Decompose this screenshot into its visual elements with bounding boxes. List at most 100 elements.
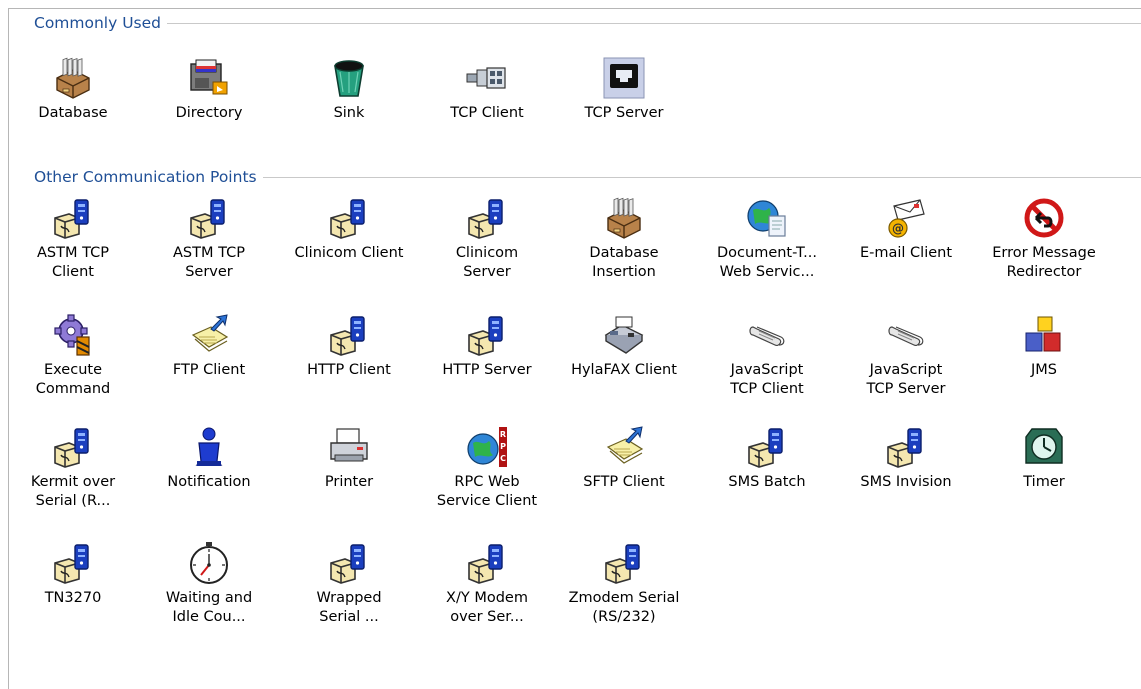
palette-item-sink[interactable]: Sink (281, 56, 417, 123)
palette-item-hylafax-client[interactable]: HylaFAX Client (556, 313, 692, 380)
palette-item-label: X/Y Modem over Ser... (446, 590, 528, 625)
palette-item-label: FTP Client (172, 362, 246, 378)
palette-item-label: TN3270 (44, 590, 102, 606)
comm-point-icon (884, 425, 928, 469)
comm-point-icon (465, 313, 509, 357)
palette-item-rpc-web-service-client[interactable]: R P C RPC Web Service Client (419, 425, 555, 511)
svg-text:C: C (500, 454, 506, 463)
palette-item-label: Database (38, 105, 108, 121)
palette-item-label: HTTP Client (307, 362, 391, 378)
scroll-icon (884, 313, 928, 357)
palette-item-waiting-and-idle-cou[interactable]: Waiting and Idle Cou... (141, 541, 277, 627)
comm-point-icon (465, 196, 509, 240)
palette-item-clinicom-client[interactable]: Clinicom Client (281, 196, 417, 263)
palette-item-kermit-over-serial-r[interactable]: Kermit over Serial (R... (5, 425, 141, 511)
palette-item-label: RPC Web Service Client (436, 474, 538, 509)
palette-item-database-insertion[interactable]: Database Insertion (556, 196, 692, 282)
file-transfer-icon (602, 425, 646, 469)
comm-point-icon (465, 541, 509, 585)
palette-item-label: Timer (1023, 474, 1065, 490)
palette-item-label: JavaScript TCP Server (866, 362, 946, 397)
palette-item-notification[interactable]: Notification (141, 425, 277, 492)
svg-text:@: @ (892, 222, 904, 236)
palette-item-label: JMS (1031, 362, 1057, 378)
palette-item-tcp-client[interactable]: TCP Client (419, 56, 555, 123)
palette-item-sms-batch[interactable]: SMS Batch (699, 425, 835, 492)
palette-item-directory[interactable]: Directory (141, 56, 277, 123)
palette-item-label: Clinicom Server (455, 245, 519, 280)
palette-item-label: Clinicom Client (294, 245, 404, 261)
fax-icon (602, 313, 646, 357)
palette-item-label: Execute Command (35, 362, 111, 397)
section-divider (167, 22, 1141, 24)
palette-item-clinicom-server[interactable]: Clinicom Server (419, 196, 555, 282)
database-icon (602, 196, 646, 240)
section-title: Commonly Used (34, 14, 162, 32)
comm-point-icon (327, 541, 371, 585)
comm-point-icon (51, 196, 95, 240)
comm-point-icon (602, 541, 646, 585)
file-transfer-icon (187, 313, 231, 357)
palette-item-tcp-server[interactable]: TCP Server (556, 56, 692, 123)
palette-item-javascript-tcp-client[interactable]: JavaScript TCP Client (699, 313, 835, 399)
palette-item-sftp-client[interactable]: SFTP Client (556, 425, 692, 492)
palette-item-tn3270[interactable]: TN3270 (5, 541, 141, 608)
sink-icon (327, 56, 371, 100)
globe-rpc-icon: R P C (465, 425, 509, 469)
palette-item-label: SFTP Client (583, 474, 665, 490)
palette-item-label: JavaScript TCP Client (730, 362, 804, 397)
printer-icon (327, 425, 371, 469)
palette-item-error-message-redirector[interactable]: Error Message Redirector (976, 196, 1112, 282)
user-icon (187, 425, 231, 469)
palette-item-jms[interactable]: JMS (976, 313, 1112, 380)
palette-item-label: Directory (175, 105, 243, 121)
palette-item-label: Printer (324, 474, 374, 490)
palette-item-label: HTTP Server (442, 362, 532, 378)
svg-text:P: P (500, 442, 506, 451)
tcp-server-icon (602, 56, 646, 100)
gear-icon (51, 313, 95, 357)
palette-item-document-t-web-servic[interactable]: Document-T... Web Servic... (699, 196, 835, 282)
palette-item-http-server[interactable]: HTTP Server (419, 313, 555, 380)
palette-item-execute-command[interactable]: Execute Command (5, 313, 141, 399)
comm-point-icon (187, 196, 231, 240)
palette-item-ftp-client[interactable]: FTP Client (141, 313, 277, 380)
email-icon: @ (884, 196, 928, 240)
palette-item-label: Document-T... Web Servic... (717, 245, 817, 280)
palette-item-label: Kermit over Serial (R... (30, 474, 116, 509)
blocks-icon (1022, 313, 1066, 357)
palette-item-label: Zmodem Serial (RS/232) (568, 590, 680, 625)
palette-item-label: E-mail Client (859, 245, 953, 261)
palette-item-printer[interactable]: Printer (281, 425, 417, 492)
clock-icon (1022, 425, 1066, 469)
palette-item-label: Database Insertion (589, 245, 659, 280)
palette-item-label: Waiting and Idle Cou... (165, 590, 253, 625)
scroll-icon (745, 313, 789, 357)
palette-item-label: SMS Invision (860, 474, 952, 490)
tcp-client-icon (465, 56, 509, 100)
palette-item-database[interactable]: Database (5, 56, 141, 123)
comm-point-icon (745, 425, 789, 469)
palette-item-http-client[interactable]: HTTP Client (281, 313, 417, 380)
stopwatch-icon (187, 541, 231, 585)
palette-item-x-y-modem-over-ser[interactable]: X/Y Modem over Ser... (419, 541, 555, 627)
palette-item-javascript-tcp-server[interactable]: JavaScript TCP Server (838, 313, 974, 399)
palette-item-label: Error Message Redirector (992, 245, 1096, 280)
palette-item-astm-tcp-client[interactable]: ASTM TCP Client (5, 196, 141, 282)
palette-item-zmodem-serial-rs-232[interactable]: Zmodem Serial (RS/232) (556, 541, 692, 627)
palette-item-label: Wrapped Serial ... (316, 590, 382, 625)
palette-item-label: ASTM TCP Server (173, 245, 245, 280)
palette-item-astm-tcp-server[interactable]: ASTM TCP Server (141, 196, 277, 282)
svg-text:R: R (500, 430, 506, 439)
comm-point-icon (327, 313, 371, 357)
section-header-other-communication-points: Other Communication Points (34, 166, 1141, 188)
palette-item-wrapped-serial[interactable]: Wrapped Serial ... (281, 541, 417, 627)
palette-item-sms-invision[interactable]: SMS Invision (838, 425, 974, 492)
no-entry-icon (1022, 196, 1066, 240)
directory-icon (187, 56, 231, 100)
palette-item-label: ASTM TCP Client (37, 245, 109, 280)
palette-item-e-mail-client[interactable]: @ E-mail Client (838, 196, 974, 263)
palette-item-label: HylaFAX Client (571, 362, 677, 378)
web-service-icon (745, 196, 789, 240)
palette-item-timer[interactable]: Timer (976, 425, 1112, 492)
